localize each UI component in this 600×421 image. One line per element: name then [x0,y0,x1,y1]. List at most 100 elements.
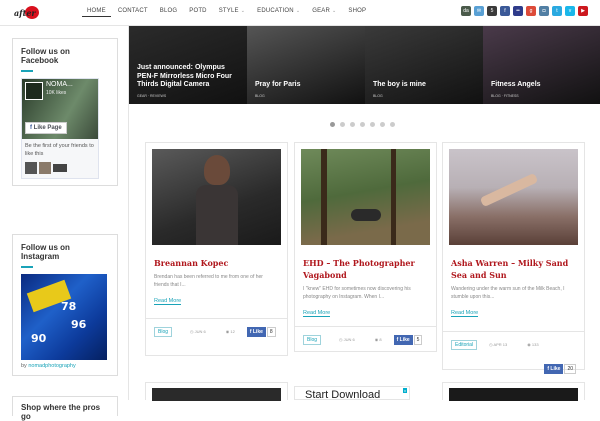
post-image[interactable] [152,149,281,245]
slide-caption[interactable]: Just announced: Olympus PEN-F Mirrorless… [137,64,243,90]
post-date: ◷ JUN 6 [190,329,206,334]
slide-caption[interactable]: Fitness Angels [491,81,596,90]
facebook-cover[interactable]: NOMA... 10K likes f Like Page [22,79,98,139]
nav-item-potd[interactable]: POTD [184,6,211,17]
post-image[interactable] [449,149,578,245]
post-category-tag[interactable]: Blog [303,334,322,345]
instagram-user-link[interactable]: nomadphotography [28,363,75,369]
flickr-icon[interactable]: •• [513,6,523,16]
nav-item-label: SHOP [348,8,367,14]
shop-widget-title: Shop where the pros go [12,396,118,421]
facebook-like-button[interactable]: f Like 20 [544,357,576,375]
slide-caption[interactable]: The boy is mine [373,81,479,90]
youtube-icon[interactable]: ▶ [578,6,588,16]
read-more-link[interactable]: Read More [154,298,182,305]
facebook-page-plugin: NOMA... 10K likes f Like Page Be the fir… [21,78,99,180]
friend-avatar[interactable] [25,162,37,175]
nav-item-label: STYLE [218,8,239,14]
instagram-photo[interactable]: 78 96 90 [21,274,107,361]
chevron-down-icon: ⌄ [295,8,301,14]
read-more-link[interactable]: Read More [451,310,479,317]
nav-item-home[interactable]: HOME [82,6,111,17]
facebook-like-button[interactable]: f Like 5 [393,334,423,345]
nav-item-label: EDUCATION [257,8,294,14]
nav-item-blog[interactable]: BLOG [155,6,182,17]
facebook-widget-title: Follow us on Facebook [21,47,70,65]
slider-slide[interactable]: The boy is mine BLOG [365,26,483,104]
facebook-like-button[interactable]: f Like 8 [246,326,276,337]
slider-dot[interactable] [390,122,395,127]
nav-item-education[interactable]: EDUCATION ⌄ [252,6,305,17]
ad-banner[interactable]: Start Download x [294,386,410,400]
friend-avatar[interactable] [39,162,51,175]
site-logo[interactable]: after [14,6,44,20]
like-button[interactable]: f Like [393,334,413,345]
post-card: Breannan Kopec Brendan has been referred… [145,142,288,356]
nav-item-label: CONTACT [117,8,148,14]
photo-detail [321,149,327,245]
post-title[interactable]: EHD – The Photographer Vagabond [295,257,436,281]
photo-detail [351,209,381,221]
vimeo-icon[interactable]: v [565,6,575,16]
slide-meta: BLOG [373,94,383,98]
slider-dot[interactable] [340,122,345,127]
like-button[interactable]: f Like [544,364,564,374]
post-views-value: 12 [230,329,235,334]
nav-item-label: BLOG [159,8,178,14]
500px-icon[interactable]: 5 [487,6,497,16]
facebook-page-avatar[interactable] [25,82,43,100]
social-icons: da ✉ 5 f •• g ◘ t v ▶ [458,6,588,16]
like-label: Like [399,336,410,343]
post-category-tag[interactable]: Editorial [451,339,478,350]
like-count: 5 [413,334,423,345]
instagram-widget-title: Follow us on Instagram [21,243,70,262]
friend-avatar[interactable] [53,164,67,173]
ad-choices-icon[interactable]: x [403,388,407,393]
post-excerpt: Brendan has been referred to me from one… [154,274,263,288]
post-excerpt: Wandering under the warm sun of the Milk… [451,286,565,300]
like-button[interactable]: f Like [246,326,266,337]
post-image-peek [152,388,281,401]
post-title[interactable]: Asha Warren – Milky Sand Sea and Sun [443,257,584,281]
nav-item-shop[interactable]: SHOP [343,6,371,17]
post-title[interactable]: Breannan Kopec [146,257,287,269]
post-card-peek[interactable] [145,382,288,401]
post-image[interactable] [301,149,430,245]
slider-slide[interactable]: Pray for Paris BLOG [247,26,365,104]
post-views: ◉ 12 [226,329,235,334]
facebook-page-name[interactable]: NOMA... [46,81,73,88]
post-footer: Editorial ◷ APR 13 ◉ 133 [443,331,584,357]
facebook-like-page-button[interactable]: f Like Page [25,122,67,134]
slider-dot[interactable] [360,122,365,127]
instagram-icon[interactable]: ◘ [539,6,549,16]
title-underline [21,70,33,72]
twitter-icon[interactable]: t [552,6,562,16]
slider-dot[interactable] [370,122,375,127]
slider-dot[interactable] [330,122,335,127]
post-card-peek[interactable] [442,382,585,401]
read-more-link[interactable]: Read More [303,310,331,317]
like-page-label: Like Page [33,125,62,131]
slide-caption[interactable]: Pray for Paris [255,81,361,90]
slider-slide[interactable]: Just announced: Olympus PEN-F Mirrorless… [129,26,247,104]
nav-item-style[interactable]: STYLE ⌄ [214,6,250,17]
deviantart-icon[interactable]: da [461,6,471,16]
post-views-value: 133 [531,342,539,347]
facebook-icon[interactable]: f [500,6,510,16]
featured-slider: Just announced: Olympus PEN-F Mirrorless… [129,26,600,104]
slider-dot[interactable] [350,122,355,127]
photo-detail [479,172,539,208]
post-views-value: 8 [379,337,382,342]
slider-slide[interactable]: Fitness Angels BLOG · FITNESS [483,26,600,104]
nav-item-gear[interactable]: GEAR ⌄ [307,6,341,17]
post-views: ◉ 8 [375,337,382,342]
photo-detail [204,155,230,185]
nav-item-contact[interactable]: CONTACT [113,6,153,17]
slider-dot[interactable] [380,122,385,127]
post-excerpt: I "knew" EHD for sometimes now discoveri… [303,286,411,300]
email-icon[interactable]: ✉ [474,6,484,16]
post-category-tag[interactable]: Blog [154,326,173,337]
ad-text: Start Download [305,389,381,400]
googleplus-icon[interactable]: g [526,6,536,16]
logo-text: after [14,8,36,18]
